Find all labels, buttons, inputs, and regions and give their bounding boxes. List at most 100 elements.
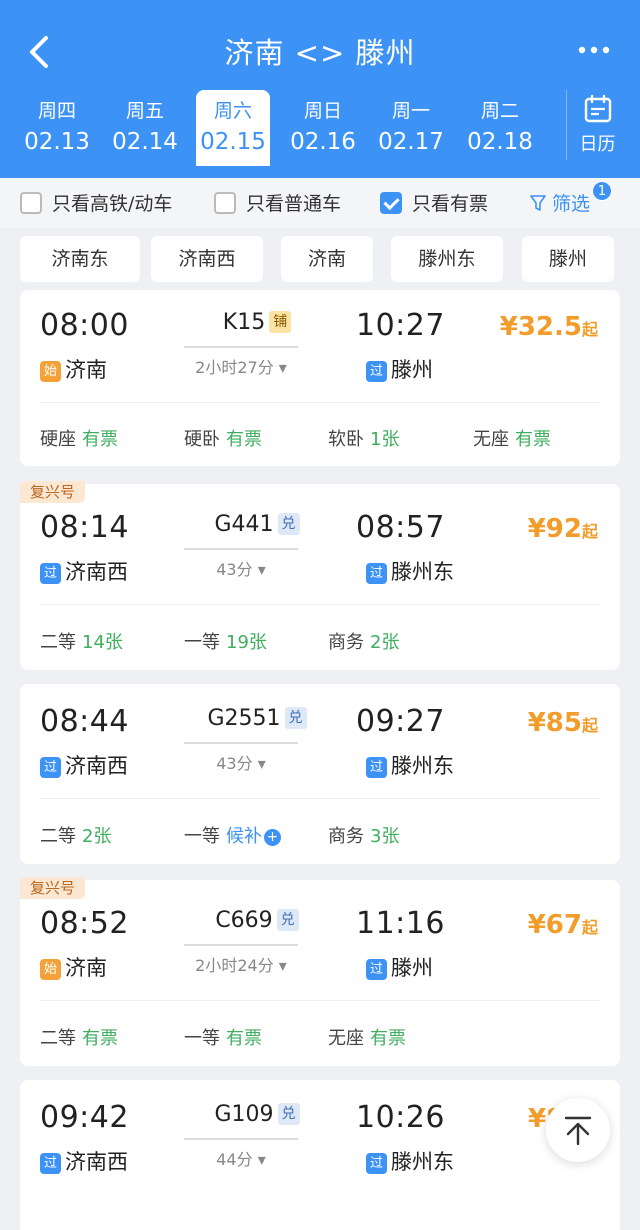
arrow-up-icon bbox=[564, 1116, 592, 1146]
seat-availability: 有票 bbox=[515, 429, 551, 450]
seat-info: 硬座 有票 bbox=[40, 425, 118, 451]
pass-tag: 过 bbox=[366, 1153, 387, 1174]
price-value: ¥67 bbox=[527, 910, 582, 940]
duration[interactable]: 43分 ▾ bbox=[178, 556, 304, 580]
checkbox-label: 只看普通车 bbox=[246, 193, 342, 215]
seat-info: 无座 有票 bbox=[473, 425, 551, 451]
checkbox-label: 只看高铁/动车 bbox=[52, 193, 173, 215]
train-code: G441 bbox=[214, 512, 274, 537]
divider bbox=[40, 402, 600, 403]
departure-station: 始济南 bbox=[40, 354, 107, 384]
checkbox-box[interactable] bbox=[20, 192, 42, 214]
header-bar: 济南 <> 滕州 周四 02.13 周五 02.14 周六 02.15 周日 0… bbox=[0, 0, 640, 178]
departure-time: 08:14 bbox=[40, 510, 129, 545]
station-name: 滕州东 bbox=[391, 560, 454, 584]
seat-info: 一等 19张 bbox=[184, 628, 267, 654]
seat-availability: 14张 bbox=[82, 632, 123, 653]
train-card[interactable]: 08:00 始济南 K15 铺 2小时27分 ▾ 10:27 过滕州 ¥32.5起… bbox=[20, 290, 620, 466]
station-name: 滕州东 bbox=[391, 1150, 454, 1174]
duration[interactable]: 2小时24分 ▾ bbox=[178, 952, 304, 976]
date-tab[interactable]: 周四 02.13 bbox=[17, 90, 97, 160]
pass-tag: 过 bbox=[366, 757, 387, 778]
duration-value: 43分 bbox=[216, 560, 253, 579]
station-chip[interactable]: 滕州 bbox=[522, 236, 614, 282]
divider bbox=[40, 798, 600, 799]
price-suffix: 起 bbox=[581, 918, 598, 937]
checkbox-box-checked[interactable] bbox=[380, 192, 402, 214]
caret-down-icon: ▾ bbox=[257, 754, 266, 773]
station-chip[interactable]: 滕州东 bbox=[391, 236, 503, 282]
train-card[interactable]: 复兴号 08:14 过济南西 G441 兑 43分 ▾ 08:57 过滕州东 ¥9… bbox=[20, 481, 620, 670]
filter-button[interactable]: 筛选 bbox=[530, 189, 590, 216]
train-type-tag: 铺 bbox=[269, 311, 292, 333]
seat-info: 一等 有票 bbox=[184, 1024, 262, 1050]
departure-time: 08:00 bbox=[40, 308, 129, 343]
calendar-icon bbox=[584, 94, 611, 123]
price: ¥67起 bbox=[528, 910, 598, 940]
departure-station: 过济南西 bbox=[40, 750, 128, 780]
train-card[interactable]: 08:44 过济南西 G2551 兑 43分 ▾ 09:27 过滕州东 ¥85起 … bbox=[20, 684, 620, 864]
caret-down-icon: ▾ bbox=[257, 560, 266, 579]
duration-line bbox=[184, 548, 298, 550]
scroll-top-button[interactable] bbox=[546, 1098, 610, 1162]
seat-class: 商务 bbox=[328, 632, 364, 653]
date-weekday: 周五 bbox=[125, 100, 164, 122]
available-only-checkbox[interactable]: 只看有票 bbox=[380, 189, 488, 217]
high-speed-checkbox[interactable]: 只看高铁/动车 bbox=[20, 189, 172, 217]
date-weekday: 周四 bbox=[37, 100, 76, 122]
train-number: C669 兑 bbox=[184, 908, 330, 933]
date-tab[interactable]: 周日 02.16 bbox=[283, 90, 363, 160]
regular-train-checkbox[interactable]: 只看普通车 bbox=[214, 189, 341, 217]
station-chip[interactable]: 济南 bbox=[281, 236, 373, 282]
train-card[interactable]: 09:42 过济南西 G109 兑 44分 ▾ 10:26 过滕州东 ¥8 bbox=[20, 1080, 620, 1230]
caret-down-icon: ▾ bbox=[278, 358, 287, 377]
train-type-tag: 兑 bbox=[276, 909, 299, 931]
train-type-tag: 兑 bbox=[284, 707, 307, 729]
date-weekday: 周六 bbox=[213, 100, 252, 122]
seat-info: 二等 2张 bbox=[40, 822, 111, 848]
checkbox-box[interactable] bbox=[214, 192, 236, 214]
duration-line bbox=[184, 742, 298, 744]
seat-info: 硬卧 有票 bbox=[184, 425, 262, 451]
station-chip[interactable]: 济南西 bbox=[151, 236, 263, 282]
date-tab-selected[interactable]: 周六 02.15 bbox=[196, 90, 270, 166]
seat-availability: 有票 bbox=[370, 1028, 406, 1049]
price: ¥92起 bbox=[528, 514, 598, 544]
train-number: K15 铺 bbox=[184, 310, 330, 335]
seat-info[interactable]: 一等 候补 + bbox=[184, 822, 281, 848]
date-tab[interactable]: 周五 02.14 bbox=[105, 90, 185, 160]
departure-station: 过济南西 bbox=[40, 1146, 128, 1176]
duration-value: 2小时24分 bbox=[195, 956, 274, 975]
page-title: 济南 <> 滕州 bbox=[224, 36, 416, 70]
seat-availability: 有票 bbox=[226, 429, 262, 450]
waitlist-link[interactable]: 候补 bbox=[226, 826, 262, 847]
seat-class: 软卧 bbox=[328, 429, 364, 450]
price-value: ¥32.5 bbox=[499, 312, 582, 342]
origin-tag: 始 bbox=[40, 361, 61, 382]
more-icon[interactable] bbox=[574, 38, 614, 62]
filter-label: 筛选 bbox=[552, 193, 591, 215]
station-chip[interactable]: 济南东 bbox=[20, 236, 140, 282]
train-card[interactable]: 复兴号 08:52 始济南 C669 兑 2小时24分 ▾ 11:16 过滕州 ¥… bbox=[20, 877, 620, 1066]
arrival-time: 10:27 bbox=[356, 308, 445, 343]
calendar-button[interactable]: 日历 bbox=[566, 90, 628, 160]
arrival-station: 过滕州 bbox=[366, 952, 433, 982]
duration-line bbox=[184, 346, 298, 348]
plus-icon[interactable]: + bbox=[264, 829, 281, 846]
station-name: 滕州东 bbox=[391, 754, 454, 778]
price-suffix: 起 bbox=[581, 320, 598, 339]
date-tab[interactable]: 周一 02.17 bbox=[371, 90, 451, 160]
date-tab[interactable]: 周二 02.18 bbox=[460, 90, 540, 160]
price-suffix: 起 bbox=[581, 522, 598, 541]
filter-bar: 只看高铁/动车 只看普通车 只看有票 筛选 bbox=[0, 178, 640, 228]
date-value: 02.14 bbox=[112, 129, 178, 155]
duration-value: 44分 bbox=[216, 1150, 253, 1169]
station-name: 济南西 bbox=[65, 754, 128, 778]
caret-down-icon: ▾ bbox=[278, 956, 287, 975]
seat-availability: 有票 bbox=[226, 1028, 262, 1049]
duration[interactable]: 44分 ▾ bbox=[178, 1146, 304, 1170]
duration[interactable]: 43分 ▾ bbox=[178, 750, 304, 774]
seat-info: 软卧 1张 bbox=[328, 425, 399, 451]
duration[interactable]: 2小时27分 ▾ bbox=[178, 354, 304, 378]
train-code: G109 bbox=[214, 1102, 274, 1127]
